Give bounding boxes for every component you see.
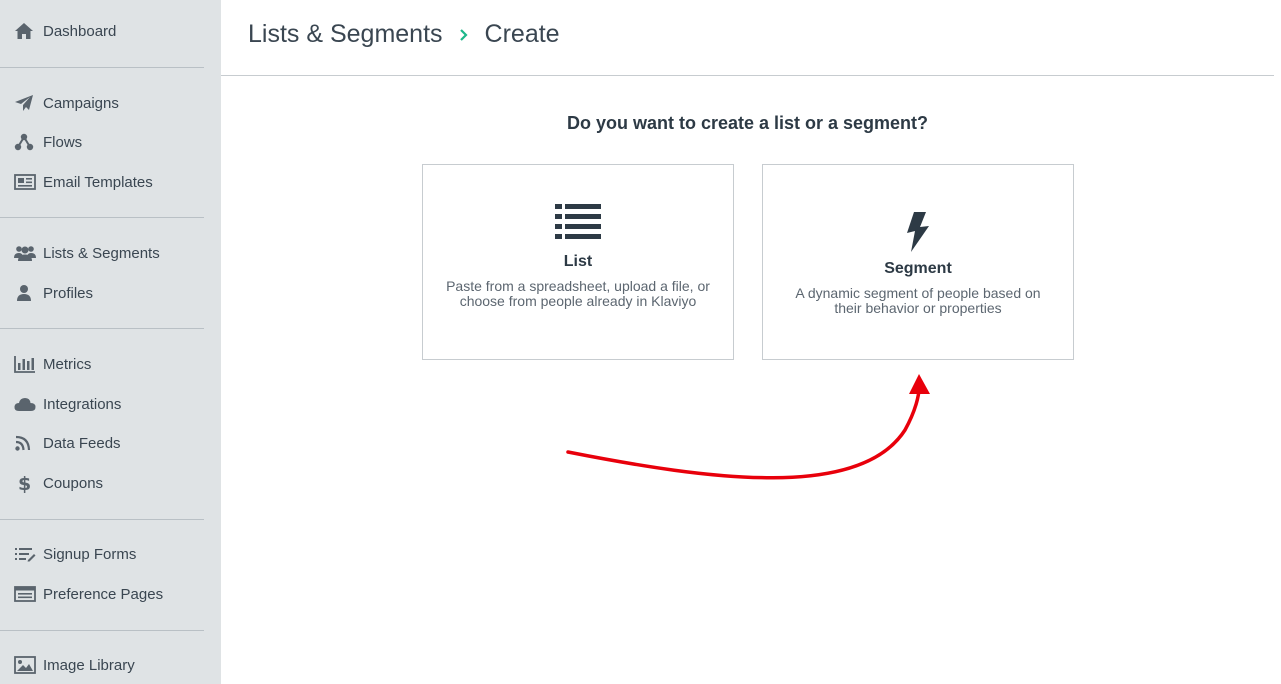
rss-icon — [14, 434, 36, 452]
bar-chart-icon — [14, 355, 36, 373]
sidebar: Dashboard Campaigns Flows Email Template… — [0, 0, 221, 684]
sidebar-item-label: Image Library — [43, 656, 135, 674]
sidebar-item-label: Flows — [43, 133, 83, 151]
sidebar-item-label: Preference Pages — [43, 585, 164, 603]
breadcrumb-parent-link[interactable]: Lists & Segments — [248, 20, 443, 49]
home-icon — [14, 22, 36, 40]
sidebar-divider — [0, 328, 204, 329]
paper-plane-icon — [14, 94, 36, 112]
card-title: Segment — [884, 260, 952, 277]
sidebar-item-label: Integrations — [43, 395, 122, 413]
sidebar-item-label: Metrics — [43, 355, 92, 373]
sidebar-item-label: Campaigns — [43, 94, 119, 112]
dollar-icon: $ — [14, 473, 36, 493]
card-description: A dynamic segment of people based on the… — [795, 285, 1041, 316]
sidebar-divider — [0, 217, 204, 218]
sidebar-item-label: Profiles — [43, 284, 94, 302]
newspaper-icon — [14, 173, 36, 191]
sidebar-item-lists-segments[interactable]: Lists & Segments — [14, 241, 160, 265]
sidebar-item-label: Email Templates — [43, 173, 153, 191]
sidebar-divider — [0, 67, 204, 68]
sidebar-item-flows[interactable]: Flows — [14, 130, 82, 154]
sidebar-item-campaigns[interactable]: Campaigns — [14, 91, 119, 115]
annotation-arrow — [566, 374, 930, 480]
create-list-card[interactable]: List Paste from a spreadsheet, upload a … — [422, 164, 734, 360]
flow-icon — [14, 133, 36, 151]
card-title: List — [563, 253, 593, 270]
sidebar-item-preference-pages[interactable]: Preference Pages — [14, 582, 163, 606]
sidebar-item-profiles[interactable]: Profiles — [14, 281, 93, 305]
sidebar-item-integrations[interactable]: Integrations — [14, 392, 121, 416]
sidebar-item-coupons[interactable]: $ Coupons — [14, 471, 103, 495]
sidebar-item-label: Lists & Segments — [43, 244, 160, 262]
sidebar-item-label: Data Feeds — [43, 434, 121, 452]
card-description: Paste from a spreadsheet, upload a file,… — [446, 278, 710, 309]
image-icon — [14, 656, 36, 674]
user-icon — [14, 284, 36, 302]
sidebar-divider — [0, 519, 204, 520]
svg-text:$: $ — [18, 473, 31, 493]
chevron-right-icon — [459, 28, 469, 42]
browser-window-icon — [14, 585, 36, 603]
sidebar-item-email-templates[interactable]: Email Templates — [14, 170, 153, 194]
form-list-icon — [14, 545, 36, 563]
sidebar-divider — [0, 630, 204, 631]
sidebar-item-signup-forms[interactable]: Signup Forms — [14, 542, 136, 566]
sidebar-item-label: Signup Forms — [43, 545, 137, 563]
lightning-bolt-icon — [763, 211, 1073, 253]
breadcrumb-current: Create — [484, 20, 560, 48]
sidebar-item-metrics[interactable]: Metrics — [14, 352, 91, 376]
page-header: Lists & Segments Create — [221, 0, 1274, 76]
sidebar-item-label: Dashboard — [43, 22, 117, 40]
cloud-icon — [14, 395, 36, 413]
page-question: Do you want to create a list or a segmen… — [566, 113, 929, 133]
sidebar-item-data-feeds[interactable]: Data Feeds — [14, 431, 121, 455]
users-icon — [14, 244, 36, 262]
create-segment-card[interactable]: Segment A dynamic segment of people base… — [762, 164, 1074, 360]
breadcrumb: Lists & Segments Create — [248, 20, 560, 49]
sidebar-item-image-library[interactable]: Image Library — [14, 653, 135, 677]
sidebar-item-dashboard[interactable]: Dashboard — [14, 19, 116, 43]
list-icon — [423, 204, 733, 240]
sidebar-item-label: Coupons — [43, 474, 104, 492]
